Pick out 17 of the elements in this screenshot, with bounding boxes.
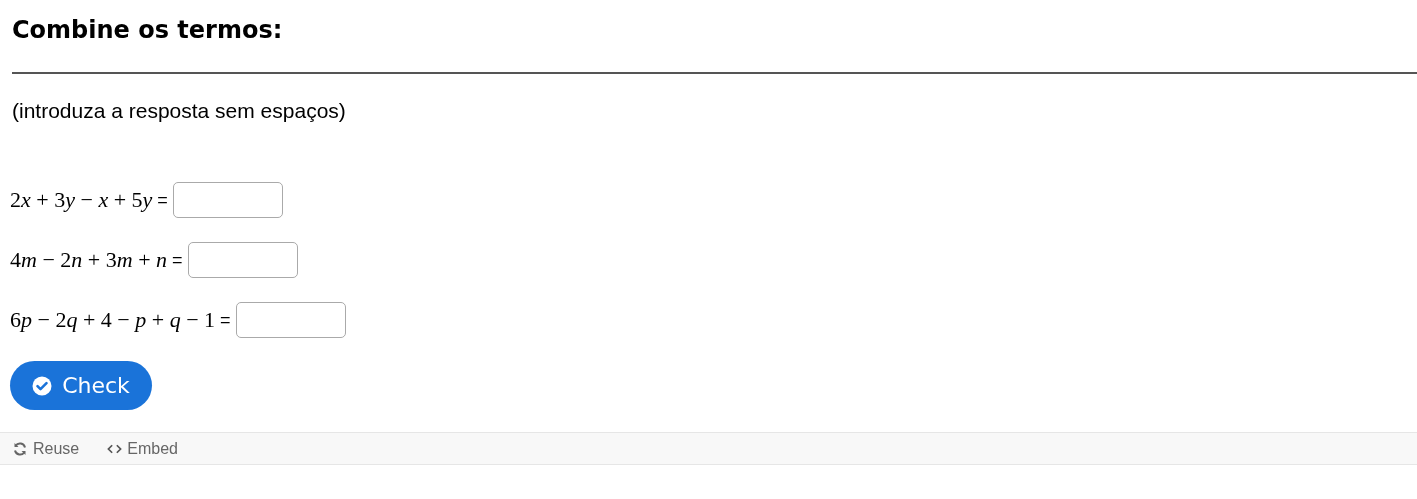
reuse-link[interactable]: Reuse: [12, 439, 80, 458]
code-icon: [107, 442, 123, 455]
math-expression: 2x + 3y − x + 5y: [10, 187, 153, 213]
math-expression: 6p − 2q + 4 − p + q − 1: [10, 307, 216, 333]
answer-field[interactable]: [235, 302, 346, 338]
embed-link[interactable]: Embed: [107, 439, 178, 458]
instruction-text: (introduza a resposta sem espaços): [12, 98, 347, 124]
equals-sign: =: [220, 309, 231, 331]
check-circle-icon: [32, 375, 53, 396]
check-button[interactable]: Check: [10, 361, 152, 410]
answer-field[interactable]: [187, 242, 298, 278]
equals-sign: =: [172, 249, 183, 271]
page-title: Combine os termos:: [12, 15, 284, 46]
answer-field[interactable]: [172, 182, 283, 218]
math-expression: 4m − 2n + 3m + n: [10, 247, 168, 273]
refresh-icon: [12, 440, 28, 457]
equals-sign: =: [157, 189, 168, 211]
